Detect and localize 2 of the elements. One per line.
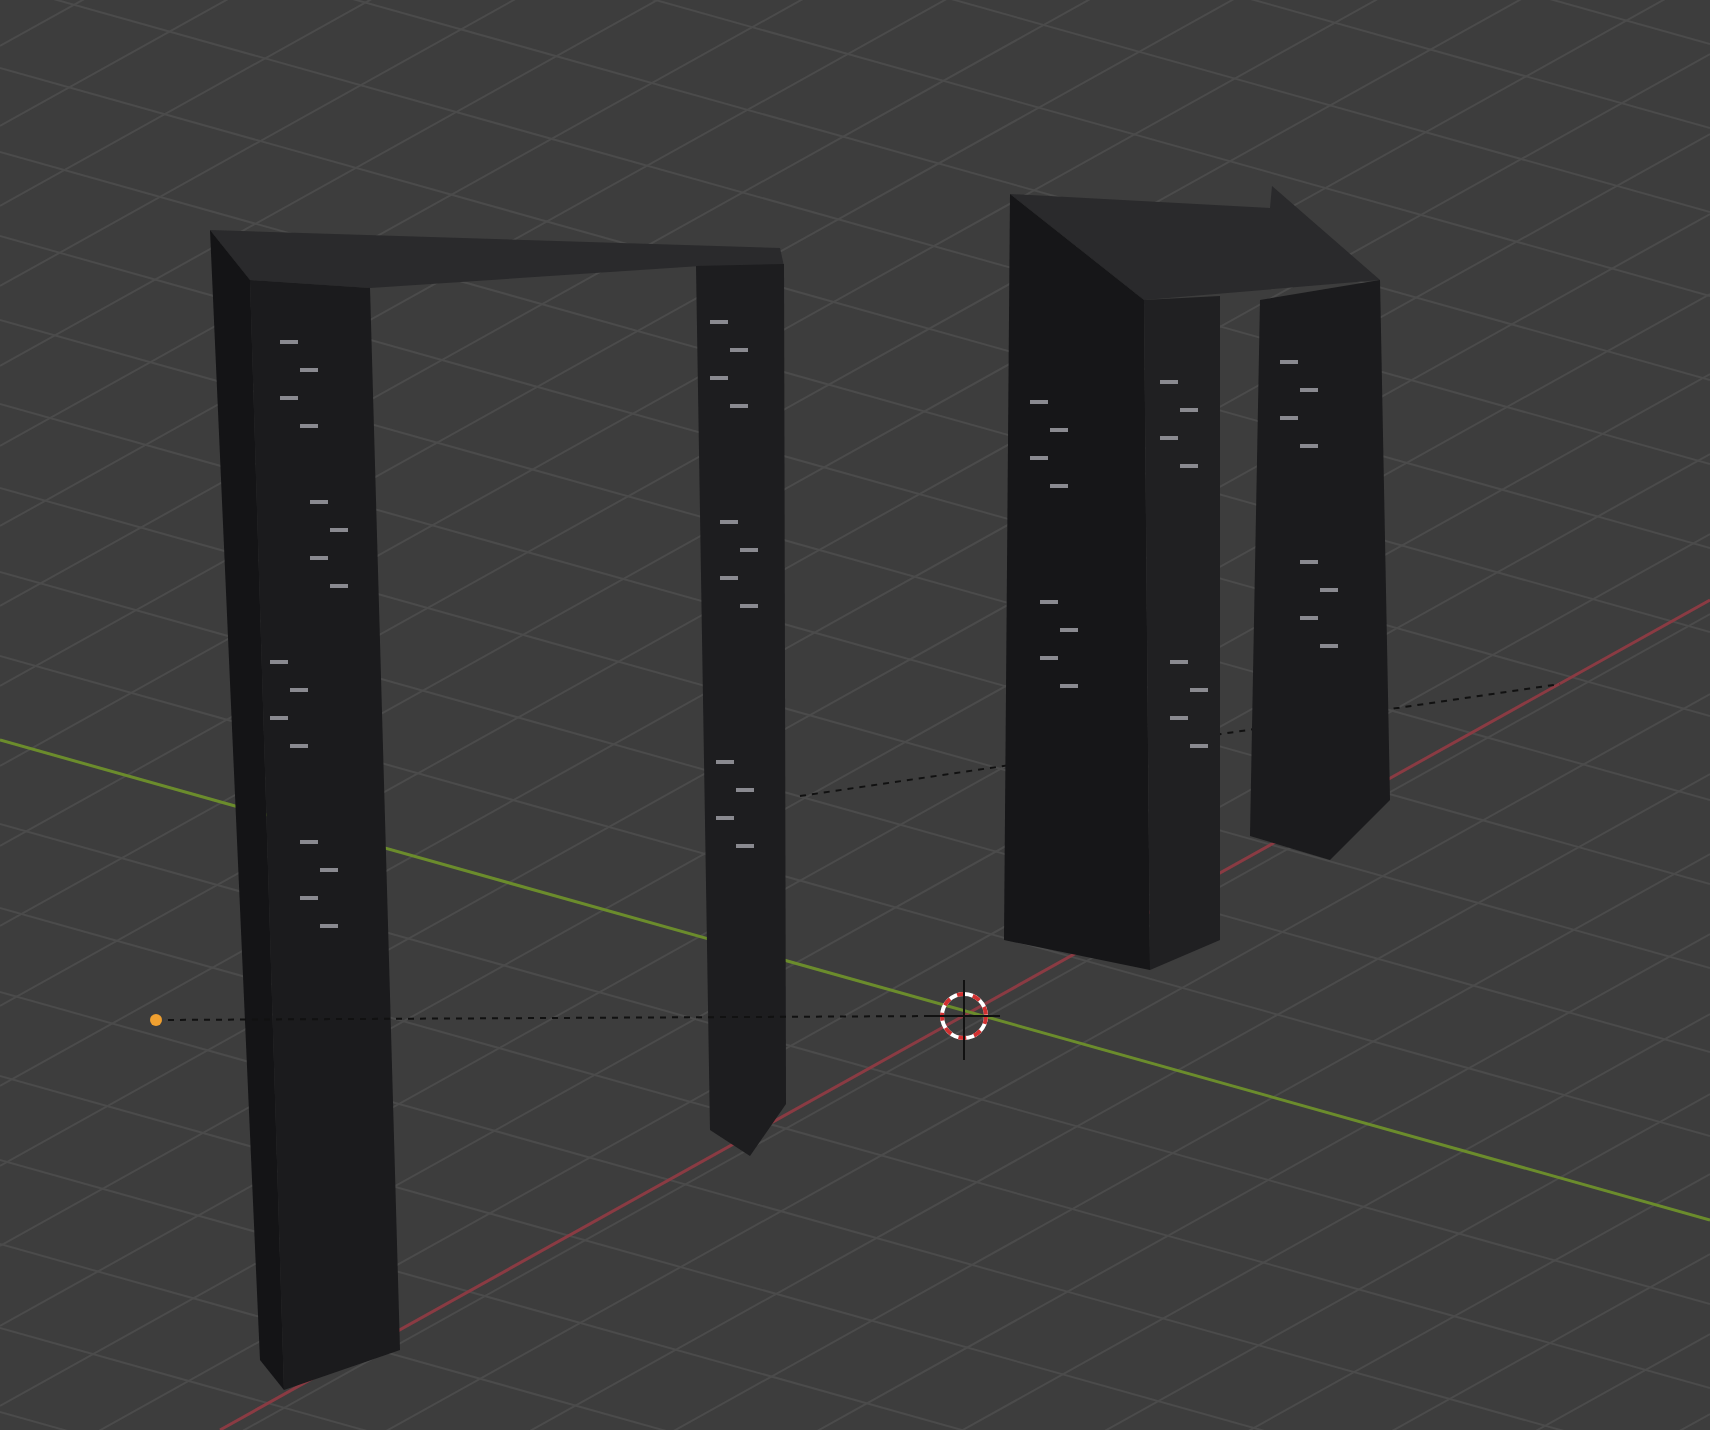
3d-cursor-icon — [927, 979, 1001, 1061]
origin-dot-icon — [150, 1014, 162, 1026]
